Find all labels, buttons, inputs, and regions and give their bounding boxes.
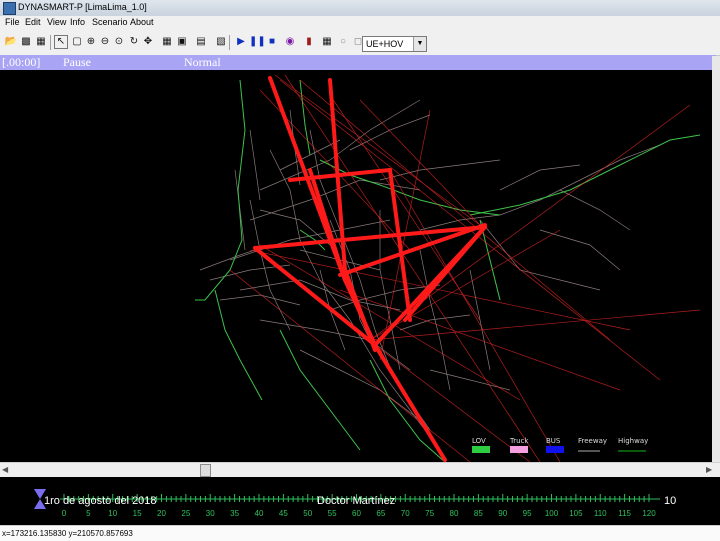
toolbar: 📂 ▩ ▦ ↖ ▢ ⊕ ⊖ ⊙ ↻ ✥ ▦ ▣ ▤ ▧ ▶ ❚❚ ■ ◉ ▮ ▦… [0,30,720,56]
zoom-out-icon[interactable]: ⊖ [98,35,112,49]
cursor-coordinates: x=173216.135830 y=210570.857693 [2,529,133,538]
mode-select-value: UE+HOV [366,39,404,49]
slide-number: 10 [664,495,677,507]
legend-label: Freeway [578,437,607,445]
timeline-tick-label: 75 [425,509,435,518]
timeline-tick-label: 85 [473,509,483,518]
timeline-tick-label: 30 [205,509,215,518]
vehicle-icon[interactable]: ▦ [320,35,334,49]
legend-label: LOV [472,437,486,445]
timeline-tick-label: 115 [618,509,632,518]
legend-swatch-truck [510,446,528,453]
od-flow-lines-thin [229,74,701,463]
legend-swatch-highway [618,450,646,452]
network-map-svg: LOV Truck BUS Freeway Highway [195,74,701,463]
scroll-left-icon[interactable]: ◀ [2,465,8,474]
scroll-thumb[interactable] [200,464,211,477]
chevron-down-icon[interactable]: ▼ [413,37,426,51]
coordinate-readout: x=173216.135830 y=210570.857693 [0,525,720,541]
timeline-tick-label: 0 [61,509,67,518]
edit-link-icon[interactable]: ▤ [194,35,208,49]
save-icon[interactable]: ▩ [19,35,33,49]
timeline-tick-label: 50 [303,509,313,518]
timeline-tick-label: 120 [642,509,656,518]
timeline-tick-label: 35 [230,509,240,518]
legend-label: BUS [546,437,561,445]
lock-icon[interactable]: ▧ [214,35,228,49]
edit-node-icon[interactable]: ▣ [175,35,189,49]
stop-icon[interactable]: ■ [265,35,279,49]
timeline-tick-label: 70 [400,509,410,518]
toolbar-separator [50,35,51,50]
timeline-tick-label: 65 [376,509,386,518]
menu-edit[interactable]: Edit [25,17,41,27]
timeline-tick-label: 25 [181,509,191,518]
save-as-icon[interactable]: ▦ [34,35,48,49]
timeline-tick-label: 80 [449,509,459,518]
app-icon [3,2,16,15]
title-bar: DYNASMART-P [LimaLima_1.0] [0,0,720,17]
timeline-tick-label: 90 [498,509,508,518]
legend-label: Highway [618,437,648,445]
sim-state: Pause [63,55,91,69]
timeline-tick-label: 95 [522,509,532,518]
network-map-canvas[interactable]: LOV Truck BUS Freeway Highway [0,70,712,463]
timeline-tick-label: 15 [132,509,142,518]
move-object-icon[interactable]: ✥ [141,35,155,49]
timeline-tick-label: 40 [254,509,264,518]
menu-about[interactable]: About [130,17,154,27]
timeline-tick-label: 5 [86,509,91,518]
sim-mode: Normal [184,55,221,69]
select-icon[interactable]: ▢ [70,35,84,49]
menu-scenario[interactable]: Scenario [92,17,128,27]
menu-info[interactable]: Info [70,17,85,27]
timeline-tick-label: 10 [108,509,118,518]
legend-swatch-lov [472,446,490,453]
record-icon[interactable]: ◉ [283,35,297,49]
zoom-in-icon[interactable]: ⊕ [84,35,98,49]
timeline-date: 1ro de agosto del 2018 [44,495,157,507]
pause-icon[interactable]: ❚❚ [249,35,266,49]
window-title: DYNASMART-P [LimaLima_1.0] [18,2,147,12]
timeline-tick-label: 20 [157,509,166,518]
step-icon[interactable]: ○ [336,35,350,49]
mode-select[interactable]: UE+HOV ▼ [362,36,427,52]
refresh-icon[interactable]: ↻ [127,35,141,49]
legend-label: Truck [509,437,529,445]
chart-icon[interactable]: ▮ [302,35,316,49]
map-legend: LOV Truck BUS Freeway Highway [472,437,648,453]
scroll-right-icon[interactable]: ▶ [706,465,712,474]
timeline-tick-label: 105 [569,509,583,518]
timeline-author: Doctor Martínez [317,495,396,507]
toolbar-separator [229,35,230,50]
timeline-tick-label: 60 [352,509,361,518]
sim-clock: [.00:00] [2,55,41,69]
timeline-tick-label: 100 [544,509,559,518]
timeline-tick-label: 110 [593,509,607,518]
timeline-tick-label: 45 [278,509,288,518]
horizontal-scrollbar[interactable]: ◀ ▶ [0,462,720,477]
menu-view[interactable]: View [47,17,66,27]
menu-file[interactable]: File [5,17,20,27]
legend-swatch-bus [546,446,564,453]
legend-swatch-freeway [578,450,600,452]
play-icon[interactable]: ▶ [234,35,248,49]
timeline-tick-label: 55 [327,509,337,518]
zoom-fit-icon[interactable]: ⊙ [112,35,126,49]
open-folder-icon[interactable]: 📂 [4,35,18,49]
od-flow-lines-major [253,76,487,462]
simulation-timeline[interactable]: 1ro de agosto del 2018 Doctor Martínez 1… [0,477,720,525]
street-network [199,99,661,451]
vertical-scrollbar[interactable] [712,56,720,462]
grid-icon[interactable]: ▦ [160,35,174,49]
menu-bar: File Edit View Info Scenario About [0,16,720,30]
pointer-icon[interactable]: ↖ [54,35,68,49]
simulation-status-bar: [.00:00] Pause Normal [0,55,716,70]
